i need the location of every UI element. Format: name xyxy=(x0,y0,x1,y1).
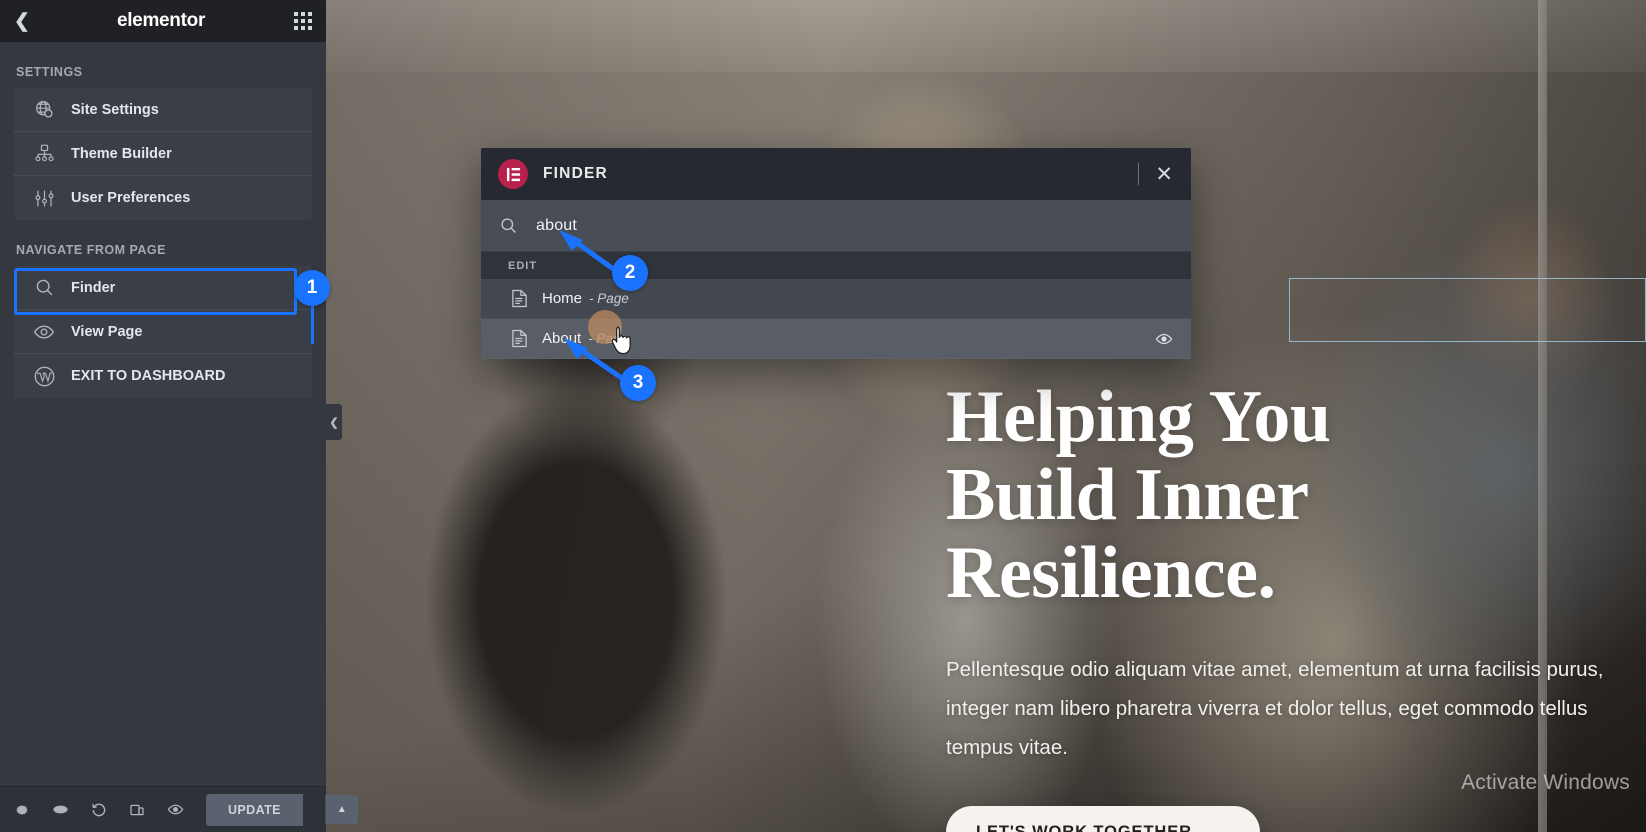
sidebar-item-label: Site Settings xyxy=(71,101,159,118)
finder-search-input[interactable]: about xyxy=(536,217,577,235)
finder-group-label-edit: EDIT xyxy=(481,252,1191,279)
cta-button[interactable]: LET'S WORK TOGETHER → xyxy=(946,806,1260,832)
sidebar-item-user-preferences[interactable]: User Preferences xyxy=(14,176,312,220)
arrow-right-icon: → xyxy=(1211,822,1230,832)
cta-button-label: LET'S WORK TOGETHER xyxy=(976,822,1192,832)
update-button[interactable]: UPDATE xyxy=(206,793,303,826)
globe-icon xyxy=(32,98,56,122)
settings-group: Site Settings Theme Builder User Prefere… xyxy=(14,88,312,220)
sidebar-item-label: Finder xyxy=(71,279,116,296)
preview-changes-icon[interactable] xyxy=(167,801,184,819)
page-document-icon xyxy=(508,329,530,348)
sidebar-item-theme-builder[interactable]: Theme Builder xyxy=(14,132,312,176)
elementor-editor-screen: Helping You Build Inner Resilience. Pell… xyxy=(0,0,1646,832)
hero-paragraph: Pellentesque odio aliquam vitae amet, el… xyxy=(946,658,1604,759)
finder-result-type: - Page xyxy=(588,331,628,346)
elementor-logo-icon xyxy=(498,159,528,189)
finder-result-home[interactable]: Home - Page xyxy=(481,279,1191,319)
sliders-icon xyxy=(32,186,56,210)
sitemap-icon xyxy=(32,142,56,166)
navigate-group: Finder View Page EXIT TO DASHBOARD xyxy=(14,266,312,398)
elementor-wordmark: elementor xyxy=(116,10,206,31)
wordpress-icon xyxy=(32,364,56,388)
eye-icon[interactable] xyxy=(1155,330,1173,348)
sidebar-item-exit-to-dashboard[interactable]: EXIT TO DASHBOARD xyxy=(14,354,312,398)
hero-heading: Helping You Build Inner Resilience. xyxy=(946,378,1606,612)
sidebar-item-label: View Page xyxy=(71,323,143,340)
finder-result-type: - Page xyxy=(589,291,629,306)
finder-result-name: About xyxy=(542,330,582,347)
section-label-navigate: NAVIGATE FROM PAGE xyxy=(16,243,166,257)
finder-modal-header: FINDER ✕ xyxy=(481,148,1191,200)
sidebar-item-site-settings[interactable]: Site Settings xyxy=(14,88,312,132)
search-icon xyxy=(499,216,518,235)
sidebar-item-label: User Preferences xyxy=(71,190,191,206)
sidebar-item-view-page[interactable]: View Page xyxy=(14,310,312,354)
settings-gear-icon[interactable] xyxy=(14,801,30,819)
finder-result-text: About - Page xyxy=(542,330,628,347)
eye-icon xyxy=(32,320,56,344)
history-icon[interactable] xyxy=(91,801,107,819)
sidebar-footer-bar: UPDATE ▲ xyxy=(0,786,358,832)
close-icon[interactable]: ✕ xyxy=(1155,164,1173,185)
search-icon xyxy=(32,276,56,300)
sidebar-item-label: Theme Builder xyxy=(71,145,172,162)
hero-heading-line-3: Resilience. xyxy=(946,532,1276,614)
sidebar-header: ❮ elementor xyxy=(0,0,326,42)
finder-result-about[interactable]: About - Page xyxy=(481,319,1191,359)
finder-result-name: Home xyxy=(542,290,583,307)
panel-collapse-tab[interactable]: ❮ xyxy=(326,404,342,440)
finder-search-row[interactable]: about xyxy=(481,200,1191,252)
responsive-mode-icon[interactable] xyxy=(129,801,145,819)
section-label-settings: SETTINGS xyxy=(16,65,83,79)
sidebar-item-label: EXIT TO DASHBOARD xyxy=(71,368,226,384)
update-options-caret-icon[interactable]: ▲ xyxy=(324,795,358,824)
apps-grid-icon[interactable] xyxy=(294,12,312,30)
header-divider xyxy=(1138,163,1140,185)
sidebar-body: SETTINGS Site Settings Theme Builder Use… xyxy=(0,42,326,786)
elementor-sidebar-panel: ❮ elementor SETTINGS Site Settings Theme… xyxy=(0,0,358,832)
hero-text-block: Helping You Build Inner Resilience. Pell… xyxy=(946,378,1606,767)
finder-header-actions: ✕ xyxy=(1138,163,1173,185)
finder-modal: FINDER ✕ about EDIT Home - Page About - … xyxy=(481,148,1191,359)
hero-heading-line-1: Helping You xyxy=(946,376,1331,458)
sidebar-item-finder[interactable]: Finder xyxy=(14,266,312,310)
page-document-icon xyxy=(508,289,530,308)
finder-modal-title: FINDER xyxy=(543,165,608,182)
hero-heading-line-2: Build Inner xyxy=(946,454,1309,536)
page-preview-canvas[interactable]: Helping You Build Inner Resilience. Pell… xyxy=(326,0,1646,832)
finder-result-text: Home - Page xyxy=(542,290,629,307)
navigator-icon[interactable] xyxy=(52,801,69,819)
